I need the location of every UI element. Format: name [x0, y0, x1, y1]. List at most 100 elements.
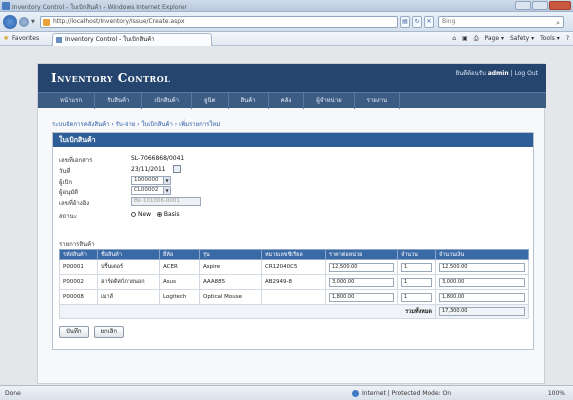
table-row: P00001 ปริ้นเตอร์ ACER Aspire CR12040C5 …: [59, 259, 529, 275]
col-code: รหัสสินค้า: [59, 249, 98, 260]
cell-name: เมาส์: [97, 289, 160, 305]
receiver-value: CL00002: [134, 187, 159, 193]
zone-text: Internet | Protected Mode: On: [362, 390, 452, 397]
close-button[interactable]: [549, 1, 571, 10]
window-controls: [515, 1, 571, 10]
favorites-bar: ★ Favorites Inventory Control - ใบเบิกสิ…: [0, 32, 573, 46]
receiver-select[interactable]: CL00002 ▼: [131, 186, 171, 195]
command-page[interactable]: Page ▾: [485, 35, 504, 43]
price-input[interactable]: 1,800.00: [329, 292, 394, 302]
command-tools[interactable]: Tools ▾: [540, 35, 560, 43]
ref-value: Bk-101006-0001: [134, 198, 180, 204]
cell-brand: Logitech: [159, 289, 200, 305]
menu-unit[interactable]: ยูนิต: [192, 93, 229, 109]
cell-code: P00001: [59, 259, 98, 275]
compat-view-icon[interactable]: ▤: [400, 16, 410, 28]
col-serial: หมายเลขซีเรียล: [261, 249, 326, 260]
maximize-button[interactable]: [532, 1, 548, 10]
feeds-icon[interactable]: ▣: [462, 35, 468, 43]
doc-no-label: เลขที่เอกสาร: [59, 157, 93, 164]
command-bar: ⌂ ▣ ⎙ Page ▾ Safety ▾ Tools ▾ ?: [452, 35, 569, 43]
qty-input[interactable]: 1: [401, 277, 432, 287]
search-placeholder: Bing: [442, 18, 456, 25]
refresh-icon[interactable]: ↻: [412, 16, 422, 28]
date-value: 23/11/2011: [131, 166, 166, 173]
cell-brand: ACER: [159, 259, 200, 275]
calendar-icon[interactable]: [173, 165, 181, 173]
items-label: รายการสินค้า: [59, 241, 95, 248]
cell-amount: 12,500.00: [435, 259, 529, 275]
forward-button[interactable]: [19, 17, 29, 27]
stop-icon[interactable]: ✕: [424, 16, 434, 28]
tab-title: Inventory Control - ใบเบิกสินค้า: [65, 36, 155, 43]
cell-price: 3,000.00: [325, 274, 398, 290]
menu-product[interactable]: สินค้า: [229, 93, 269, 109]
cell-qty: 1: [397, 259, 436, 275]
print-icon[interactable]: ⎙: [474, 35, 479, 43]
menu-issue[interactable]: เบิกสินค้า: [142, 93, 192, 109]
logout-link[interactable]: Log Out: [514, 70, 538, 77]
panel-title: ใบเบิกสินค้า: [53, 133, 533, 147]
ref-label: เลขที่อ้างอิง: [59, 200, 90, 207]
help-icon[interactable]: ?: [566, 35, 569, 43]
search-icon[interactable]: ⌕: [556, 18, 560, 28]
user-info: ยินดีต้อนรับ admin | Log Out: [455, 70, 538, 77]
history-dropdown-icon[interactable]: ▼: [31, 19, 37, 25]
favorites-button[interactable]: Favorites: [12, 35, 39, 42]
qty-input[interactable]: 1: [401, 262, 432, 272]
cancel-button[interactable]: ยกเลิก: [93, 326, 125, 338]
zoom-control[interactable]: 100%: [548, 390, 565, 397]
page-favicon-icon: [43, 19, 50, 26]
browser-tab[interactable]: Inventory Control - ใบเบิกสินค้า: [52, 33, 212, 46]
address-bar: ▼ http://localhost/Inventory/Issue/Creat…: [0, 12, 573, 32]
minimize-button[interactable]: [515, 1, 531, 10]
cell-model: Aspire: [199, 259, 262, 275]
total-label: รวมทั้งหมด: [59, 304, 436, 319]
cell-code: P00008: [59, 289, 98, 305]
cell-code: P00002: [59, 274, 98, 290]
search-input[interactable]: Bing ⌕: [438, 16, 564, 28]
chevron-down-icon[interactable]: ▼: [163, 177, 170, 184]
amount-input: 12,500.00: [439, 262, 525, 272]
menu-report[interactable]: รายงาน: [355, 93, 401, 109]
price-input[interactable]: 3,000.00: [329, 277, 394, 287]
url-input[interactable]: http://localhost/Inventory/Issue/Create.…: [40, 16, 398, 28]
save-button[interactable]: บันทึก: [59, 326, 89, 338]
cell-amount: 1,800.00: [435, 289, 529, 305]
radio-basis[interactable]: [156, 212, 162, 217]
cell-price: 1,800.00: [325, 289, 398, 305]
security-zone[interactable]: Internet | Protected Mode: On: [352, 390, 451, 397]
cell-model: Optical Mouse: [199, 289, 262, 305]
price-input[interactable]: 12,500.00: [329, 262, 394, 272]
menu-receive[interactable]: รับสินค้า: [95, 93, 143, 109]
main-menu: หน้าแรก รับสินค้า เบิกสินค้า ยูนิต สินค้…: [38, 92, 546, 109]
welcome-text: ยินดีต้อนรับ: [455, 70, 486, 77]
chevron-down-icon[interactable]: ▼: [163, 187, 170, 194]
breadcrumb[interactable]: ระบบจัดการคลังสินค้า › รับ-จ่าย › ใบเบิก…: [52, 119, 220, 129]
table-row: P00002 ฮาร์ดดิสก์ภายนอก Asus AAA885 AB29…: [59, 274, 529, 290]
col-amount: จำนวนเงิน: [435, 249, 529, 260]
app-container: Inventory Control ยินดีต้อนรับ admin | L…: [37, 63, 546, 384]
ie-icon: [2, 2, 10, 10]
menu-supplier[interactable]: ผู้จำหน่าย: [304, 93, 355, 109]
cell-name: ปริ้นเตอร์: [97, 259, 160, 275]
page-viewport: Inventory Control ยินดีต้อนรับ admin | L…: [0, 46, 573, 385]
type-radio-group: New Basis: [131, 211, 180, 218]
menu-home[interactable]: หน้าแรก: [48, 93, 96, 109]
radio-new[interactable]: [131, 212, 136, 217]
requester-select[interactable]: 1000000 ▼: [131, 176, 171, 185]
amount-input: 3,000.00: [439, 277, 525, 287]
window-title: Inventory Control - ใบเบิกสินค้า - Windo…: [12, 4, 187, 11]
col-brand: ยี่ห้อ: [159, 249, 200, 260]
command-safety[interactable]: Safety ▾: [510, 35, 534, 43]
total-input: 17,300.00: [439, 307, 525, 316]
table-row: P00008 เมาส์ Logitech Optical Mouse 1,80…: [59, 289, 529, 305]
home-icon[interactable]: ⌂: [452, 35, 456, 43]
favorites-star-icon[interactable]: ★: [3, 34, 9, 42]
back-button[interactable]: [3, 15, 17, 29]
qty-input[interactable]: 1: [401, 292, 432, 302]
status-text: Done: [5, 390, 21, 397]
menu-warehouse[interactable]: คลัง: [269, 93, 305, 109]
receiver-label: ผู้อนุมัติ: [59, 189, 79, 196]
col-qty: จำนวน: [397, 249, 436, 260]
